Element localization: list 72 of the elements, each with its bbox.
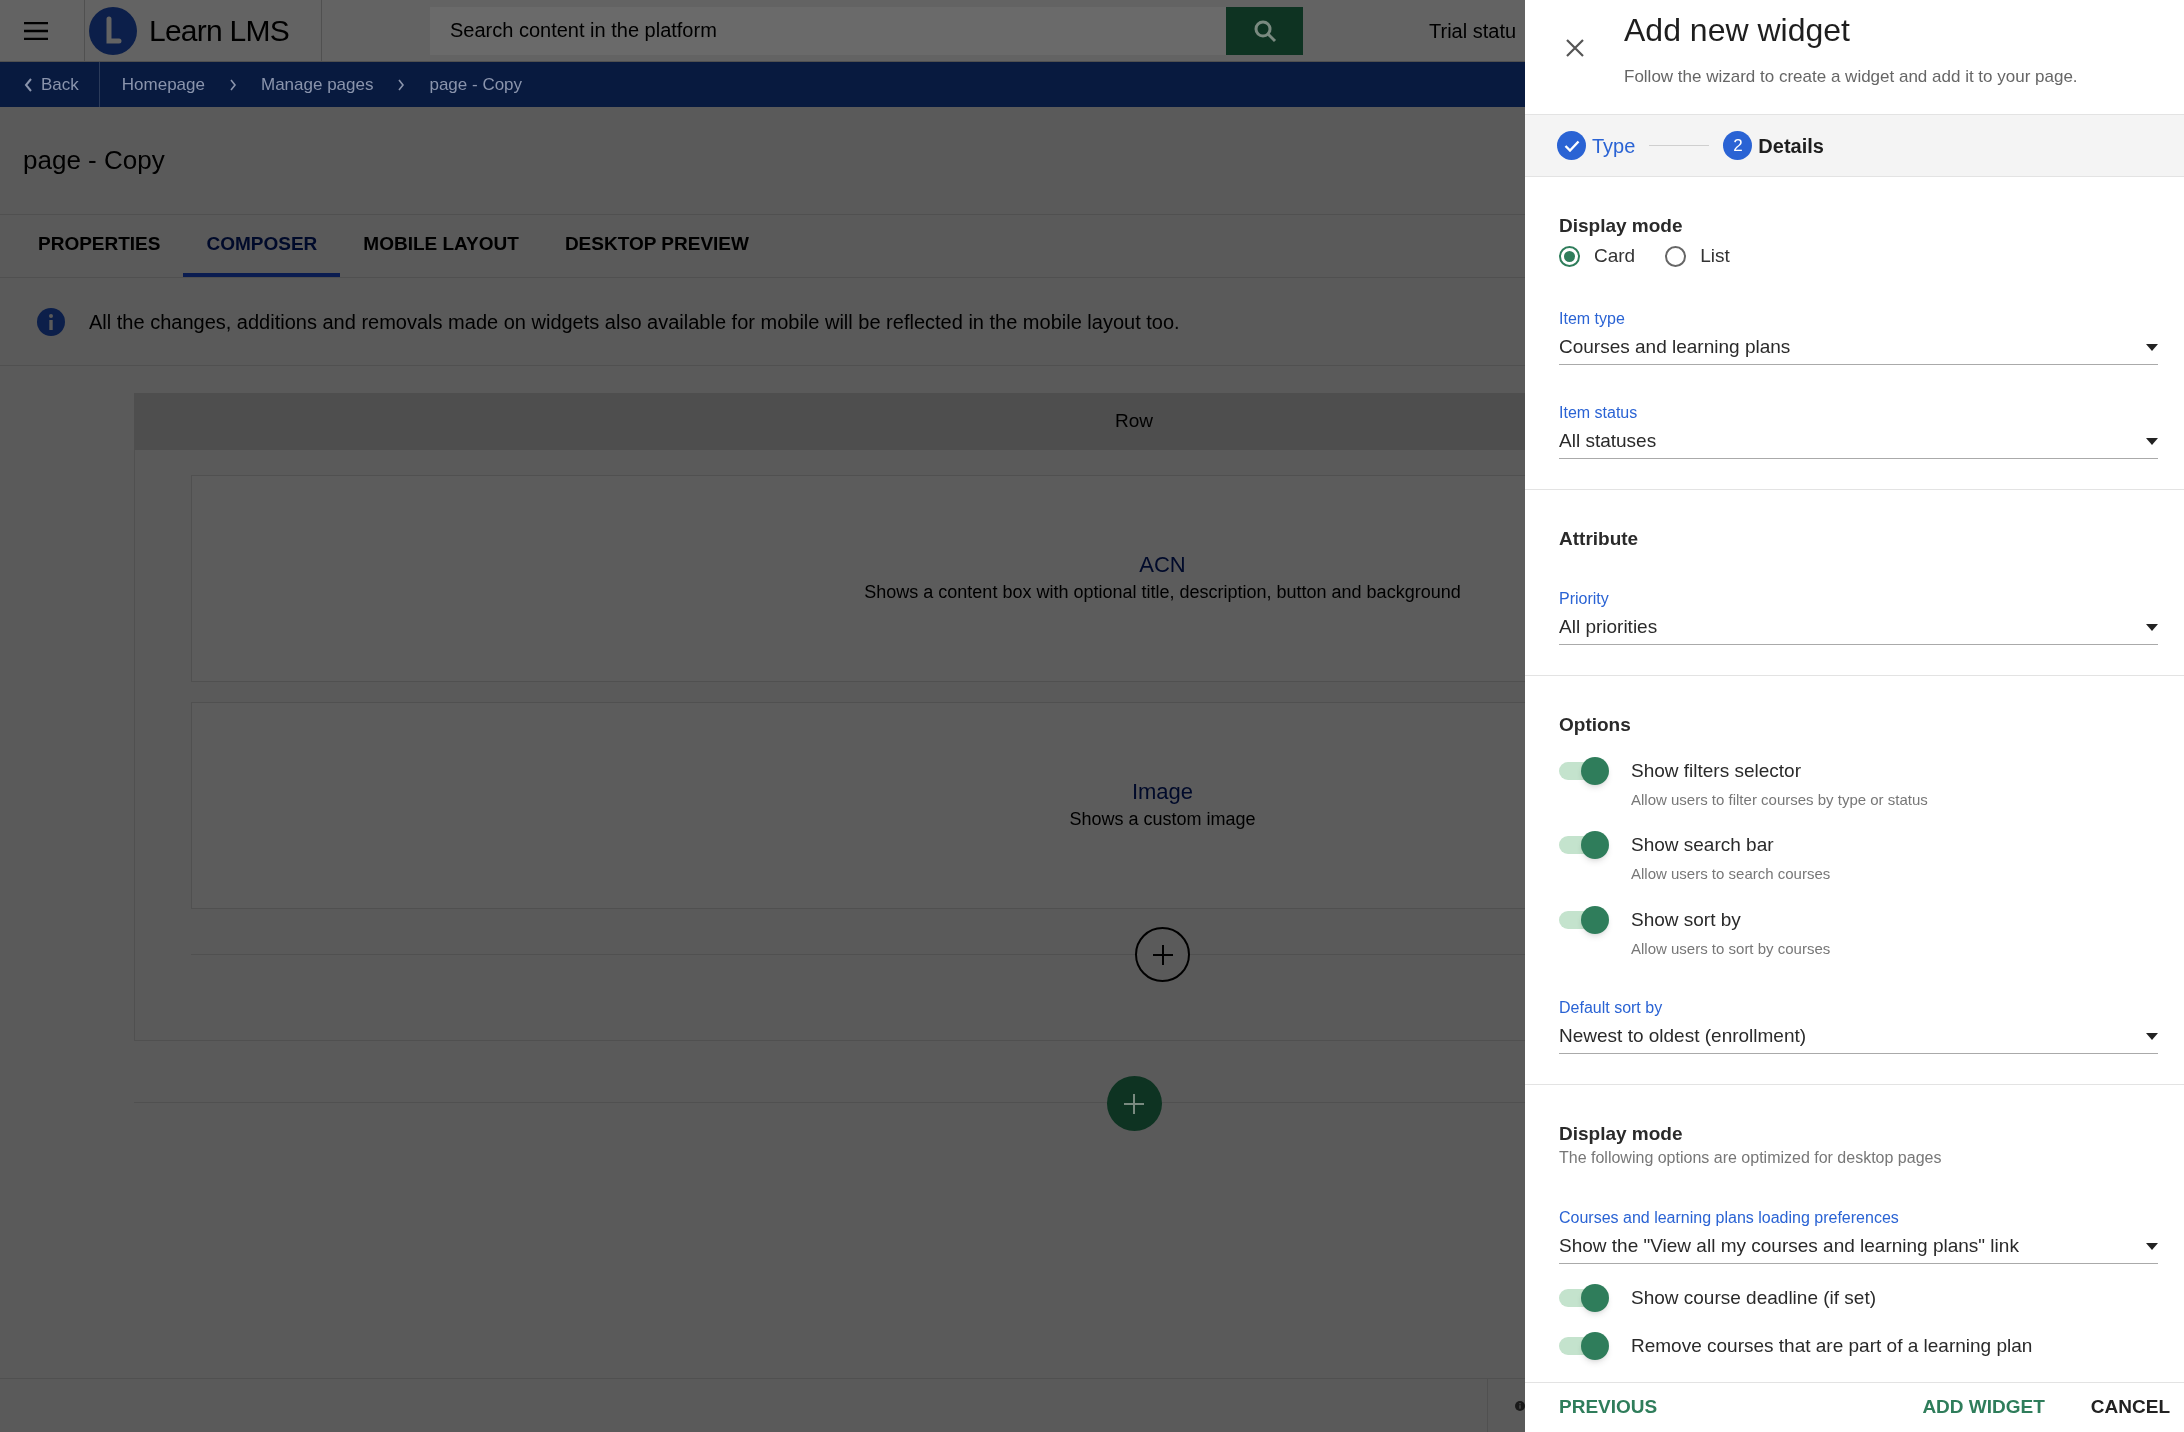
logo-text: Learn LMS: [149, 13, 289, 49]
widget-title: Image: [1131, 778, 1194, 806]
tab[interactable]: PROPERTIES: [15, 215, 184, 277]
section-heading: Display mode: [1559, 1122, 1684, 1146]
breadcrumb-link[interactable]: Manage pages: [260, 71, 374, 98]
menu-icon[interactable]: [24, 21, 48, 40]
select-field[interactable]: Courses and learning plans: [1559, 330, 2158, 365]
field-label: Item status: [1559, 402, 1639, 423]
toggle-description: Allow users to sort by courses: [1631, 938, 1831, 959]
select-field[interactable]: Show the "View all my courses and learning plans" link: [1559, 1230, 2158, 1264]
plus-icon: [1123, 1092, 1145, 1115]
toggle-switch[interactable]: [1559, 756, 1611, 785]
tab[interactable]: MOBILE LAYOUT: [340, 215, 542, 277]
footer-button[interactable]: ADD WIDGET: [1922, 1393, 2045, 1422]
dropdown-icon: [2146, 1243, 2158, 1250]
row-label: Row: [1115, 409, 1153, 434]
back-button[interactable]: Back: [0, 62, 100, 107]
panel-title: Add new widget: [1624, 11, 1851, 50]
wizard-step[interactable]: 2 Details: [1723, 130, 1824, 161]
chevron-icon: [397, 78, 406, 91]
add-widget-button[interactable]: [1135, 927, 1190, 982]
widget-description: Shows a custom image: [1069, 807, 1256, 831]
field-label: Priority: [1559, 588, 1610, 609]
toggle-switch[interactable]: [1559, 1284, 1611, 1312]
toggle-description: Allow users to search courses: [1631, 864, 1831, 884]
panel-subtitle: Follow the wizard to create a widget and add it to your page.: [1624, 66, 2078, 88]
section-heading: Display mode: [1559, 214, 1684, 238]
trial-status[interactable]: Trial statu: [1429, 15, 1517, 46]
search-field[interactable]: Search content in the platform: [430, 6, 1226, 55]
section-heading: Attribute: [1559, 526, 1640, 551]
toggle-label: Show search bar: [1631, 833, 1775, 857]
widget-description: Shows a content box with optional title, description, button and background: [864, 580, 1461, 604]
chevron-left-icon: [24, 77, 33, 92]
tab[interactable]: DESKTOP PREVIEW: [541, 215, 772, 277]
dropdown-icon: [2146, 343, 2158, 351]
toggle-label: Show filters selector: [1631, 758, 1802, 783]
section-description: The following options are optimized for desktop pages: [1559, 1148, 1943, 1168]
dropdown-icon: [2146, 1033, 2158, 1040]
check-icon: [1563, 139, 1580, 152]
breadcrumb-link[interactable]: Homepage: [121, 71, 205, 98]
footer-button[interactable]: PREVIOUS: [1559, 1393, 1658, 1422]
close-button[interactable]: [1565, 38, 1585, 58]
chevron-icon: [228, 78, 237, 91]
field-label: Default sort by: [1559, 998, 1664, 1018]
add-row-button[interactable]: [1106, 1076, 1162, 1131]
dropdown-icon: [2146, 623, 2158, 631]
toggle-label: Remove courses that are part of a learning plan: [1631, 1334, 2033, 1358]
toggle-switch[interactable]: [1559, 905, 1611, 934]
toggle-label: Show course deadline (if set): [1631, 1286, 1876, 1310]
toggle-description: Allow users to filter courses by type or status: [1631, 789, 1928, 810]
select-field[interactable]: All statuses: [1559, 424, 2158, 459]
radio-option[interactable]: List: [1665, 242, 1730, 271]
toggle-switch[interactable]: [1559, 1332, 1611, 1360]
info-icon: [37, 307, 65, 336]
radio-option[interactable]: Card: [1559, 242, 1636, 271]
logo-icon: [89, 6, 137, 55]
field-label: Courses and learning plans loading preferences: [1559, 1208, 1900, 1228]
field-label: Item type: [1559, 308, 1626, 329]
wizard-step[interactable]: Type: [1557, 130, 1636, 161]
dropdown-icon: [2146, 437, 2158, 445]
toggle-label: Show sort by: [1631, 907, 1742, 932]
search-icon: [1252, 18, 1277, 43]
select-field[interactable]: All priorities: [1559, 610, 2158, 645]
footer-button[interactable]: CANCEL: [2090, 1393, 2170, 1422]
widget-title: ACN: [1139, 551, 1186, 579]
page-title: page - Copy: [23, 144, 165, 177]
info-notice: All the changes, additions and removals made on widgets also available for mobile will be reflected in the mobile layout too.: [89, 309, 1180, 335]
section-heading: Options: [1559, 712, 1632, 737]
search-button[interactable]: [1226, 6, 1303, 55]
toggle-switch[interactable]: [1559, 831, 1611, 859]
select-field[interactable]: Newest to oldest (enrollment): [1559, 1020, 2158, 1054]
plus-icon: [1151, 943, 1174, 966]
